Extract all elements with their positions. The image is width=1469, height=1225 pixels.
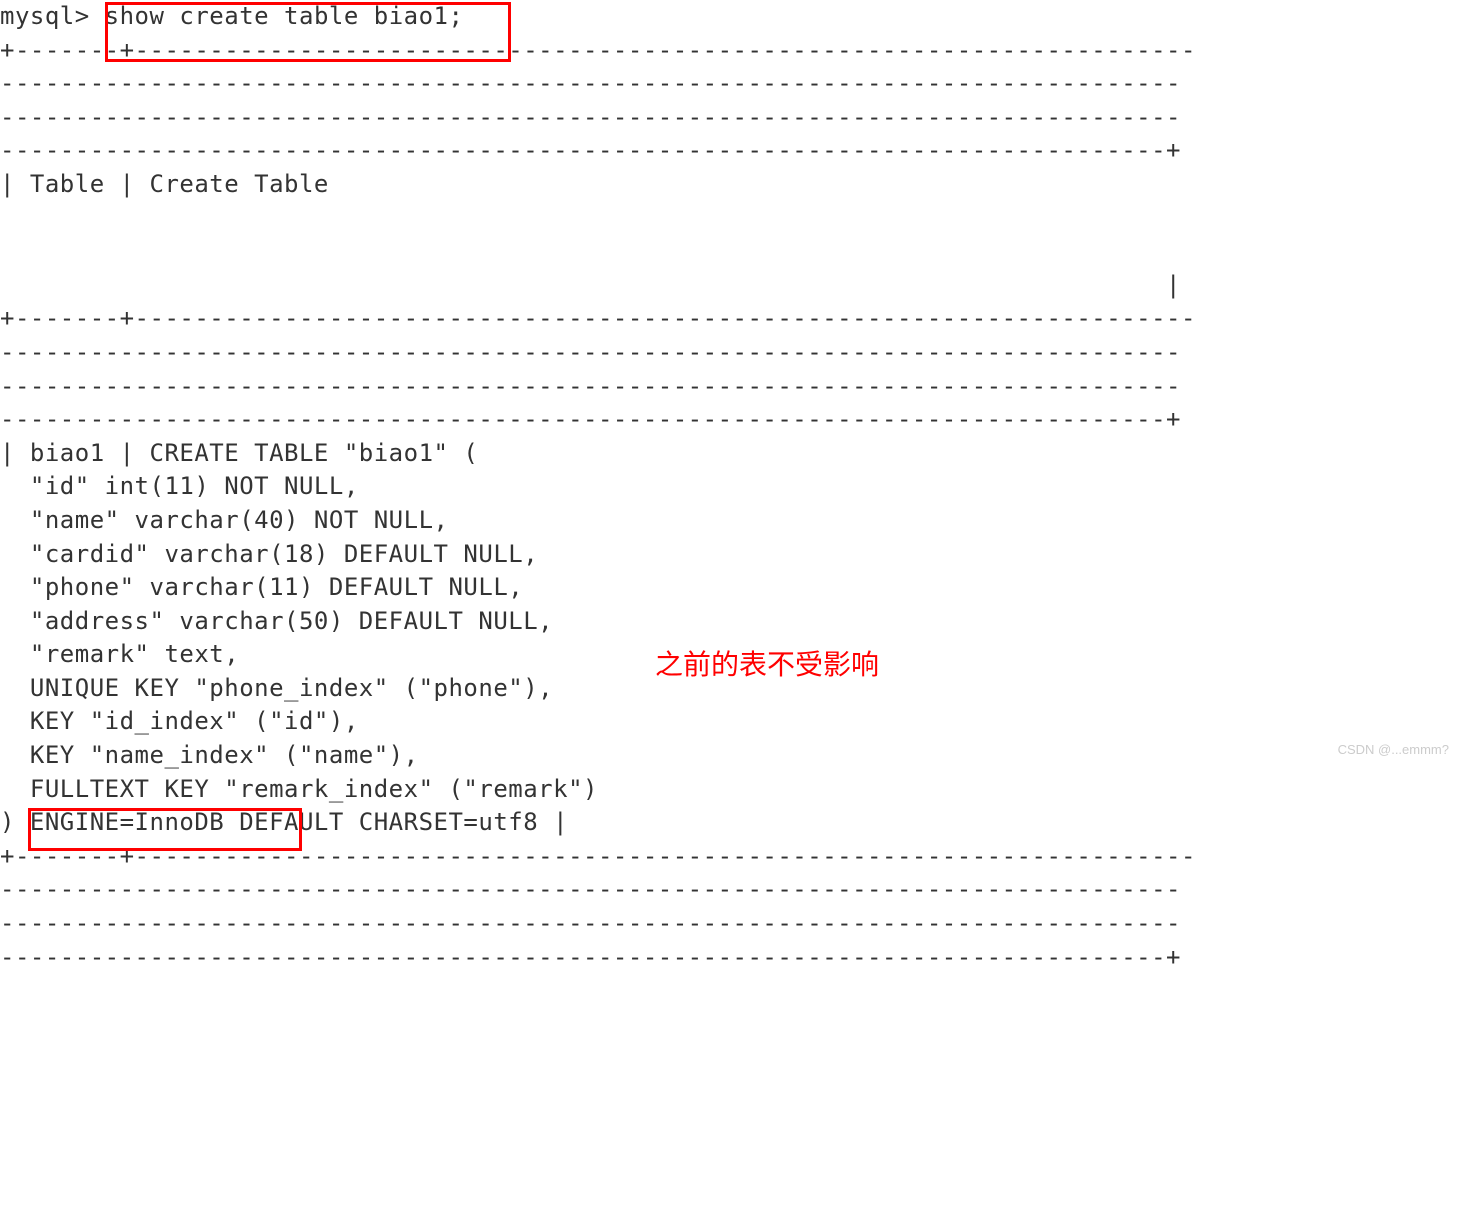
column-def-remark: "remark" text, [0,640,239,668]
separator-line: ----------------------------------------… [0,136,1181,164]
separator-line: +-------+-------------------------------… [0,36,1196,64]
terminal-output: mysql> show create table biao1; +-------… [0,0,1469,974]
separator-line: ----------------------------------------… [0,338,1181,366]
watermark-text: CSDN @...emmm? [1338,741,1449,759]
separator-line: ----------------------------------------… [0,875,1181,903]
column-def-id: "id" int(11) NOT NULL, [0,472,359,500]
table-header: | Table | Create Table [0,170,329,198]
separator-line: ----------------------------------------… [0,372,1181,400]
mysql-prompt: mysql> [0,2,105,30]
separator-line: ----------------------------------------… [0,943,1181,971]
separator-line: ----------------------------------------… [0,405,1181,433]
key-id: KEY "id_index" ("id"), [0,707,359,735]
header-bar-end: | [0,271,1181,299]
column-def-address: "address" varchar(50) DEFAULT NULL, [0,607,553,635]
engine-line: ) ENGINE=InnoDB DEFAULT CHARSET=utf8 | [0,808,568,836]
separator-line: ----------------------------------------… [0,69,1181,97]
column-def-phone: "phone" varchar(11) DEFAULT NULL, [0,573,523,601]
command-text: show create table biao1; [105,2,464,30]
key-name: KEY "name_index" ("name"), [0,741,419,769]
separator-line: +-------+-------------------------------… [0,842,1196,870]
separator-line: +-------+-------------------------------… [0,304,1196,332]
column-def-cardid: "cardid" varchar(18) DEFAULT NULL, [0,540,538,568]
create-table-row: | biao1 | CREATE TABLE "biao1" ( [0,439,478,467]
separator-line: ----------------------------------------… [0,909,1181,937]
column-def-name: "name" varchar(40) NOT NULL, [0,506,448,534]
key-unique: UNIQUE KEY "phone_index" ("phone"), [0,674,553,702]
separator-line: ----------------------------------------… [0,103,1181,131]
key-fulltext: FULLTEXT KEY "remark_index" ("remark") [0,775,598,803]
